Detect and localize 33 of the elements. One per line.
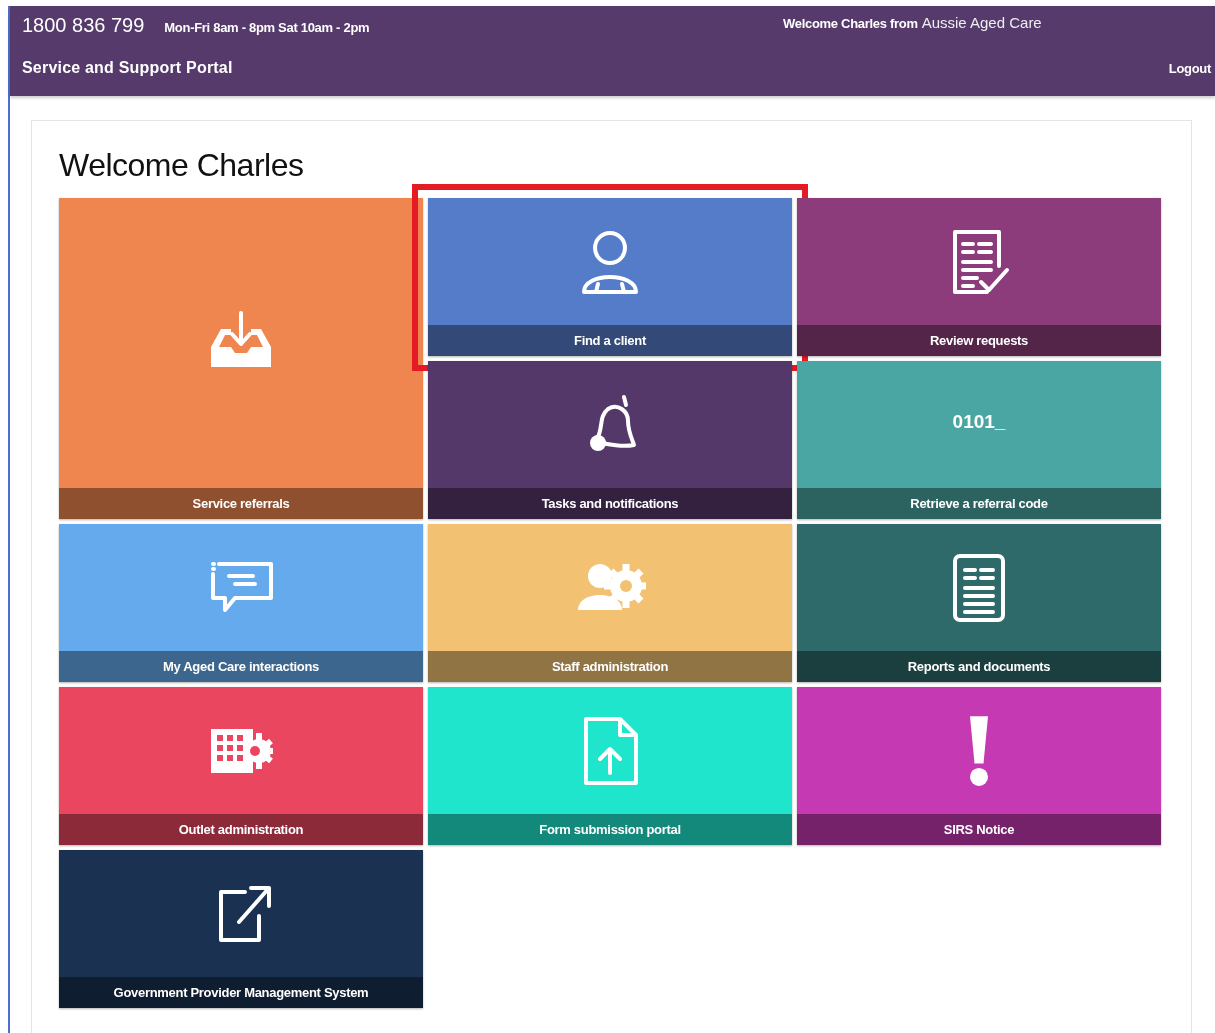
tile-label: Reports and documents <box>797 651 1161 682</box>
tile[interactable]: Staff administration <box>428 524 792 682</box>
opening-hours: Mon-Fri 8am - 8pm Sat 10am - 2pm <box>164 19 370 35</box>
tile[interactable]: SIRS Notice <box>797 687 1161 845</box>
tile-label: SIRS Notice <box>797 814 1161 845</box>
tile[interactable]: Tasks and notifications <box>428 361 792 519</box>
tile-label: Service referrals <box>59 488 423 519</box>
tile-label: Staff administration <box>428 651 792 682</box>
welcome-text: Welcome Charles from <box>783 15 918 31</box>
tile[interactable]: Find a client <box>428 198 792 356</box>
logout-link[interactable]: Logout <box>1168 60 1211 76</box>
portal-title: Service and Support Portal <box>22 59 233 77</box>
tile[interactable]: Service referrals <box>59 198 423 519</box>
tile[interactable]: My Aged Care interactions <box>59 524 423 682</box>
code-text: 0101_ <box>952 410 1006 433</box>
tile-label: Retrieve a referral code <box>797 488 1161 519</box>
page-heading: Welcome Charles <box>59 147 305 184</box>
tile[interactable]: Outlet administration <box>59 687 423 845</box>
tile-label: Outlet administration <box>59 814 423 845</box>
tile-label: Tasks and notifications <box>428 488 792 519</box>
organisation-name: Aussie Aged Care <box>921 13 1042 31</box>
tile-label: Review requests <box>797 325 1161 356</box>
exclamation-icon <box>970 715 988 786</box>
phone-number: 1800 836 799 <box>22 13 145 37</box>
tile[interactable]: Government Provider Management System <box>59 850 423 1008</box>
tile-label: Government Provider Management System <box>59 977 423 1008</box>
tile[interactable]: Reports and documents <box>797 524 1161 682</box>
tile[interactable]: Form submission portal <box>428 687 792 845</box>
tile[interactable]: 0101_ Retrieve a referral code <box>797 361 1161 519</box>
tile-label: Form submission portal <box>428 814 792 845</box>
tile-label: My Aged Care interactions <box>59 651 423 682</box>
tile[interactable]: Review requests <box>797 198 1161 356</box>
tile-label: Find a client <box>428 325 792 356</box>
